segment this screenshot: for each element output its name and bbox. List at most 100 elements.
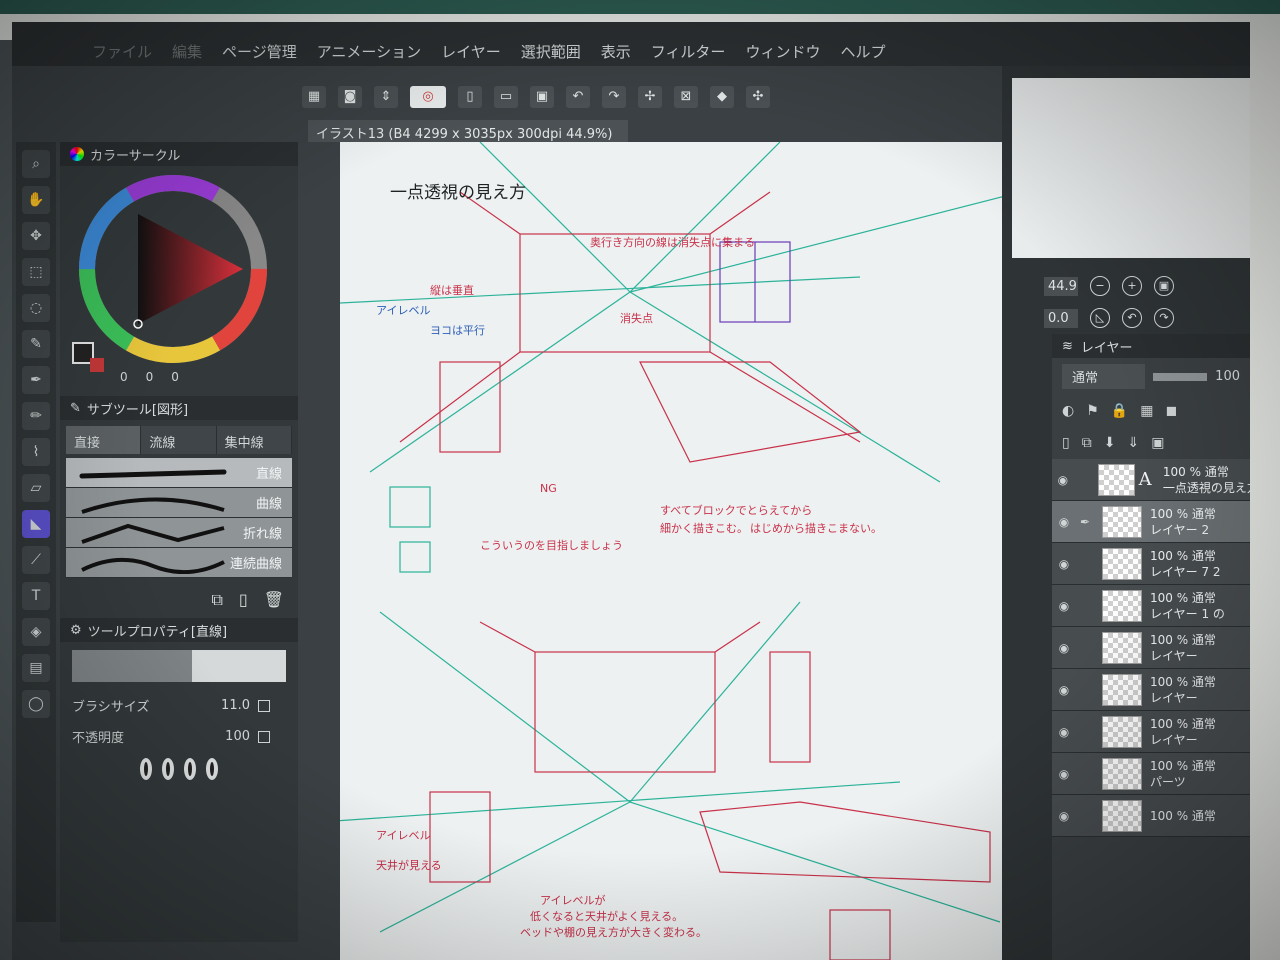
- antialias-strong-icon[interactable]: [206, 758, 218, 780]
- color-wheel[interactable]: [78, 174, 268, 364]
- blend-mode-select[interactable]: 通常: [1062, 364, 1146, 389]
- zoom-tool-icon[interactable]: ⌕: [22, 150, 50, 178]
- rotate-right-icon[interactable]: ↷: [1154, 308, 1174, 328]
- zoom-out-icon[interactable]: −: [1090, 276, 1110, 296]
- layer-row[interactable]: ◉ 100 % 通常 レイヤー 1 の: [1052, 585, 1250, 627]
- layer-row[interactable]: ◉ 100 % 通常 レイヤー: [1052, 669, 1250, 711]
- tab-direct[interactable]: 直接: [66, 426, 142, 454]
- layer-row[interactable]: ◉ 100 % 通常: [1052, 795, 1250, 837]
- brush-preview-slider[interactable]: [72, 650, 286, 682]
- trash-icon[interactable]: 🗑: [264, 590, 284, 610]
- eraser-tool-icon[interactable]: ▱: [22, 474, 50, 502]
- brush-item-polyline[interactable]: 折れ線: [66, 518, 292, 548]
- eye-icon[interactable]: ◉: [1052, 473, 1074, 487]
- navigator-preview[interactable]: [1012, 78, 1250, 258]
- menu-filter[interactable]: フィルター: [641, 41, 736, 62]
- menu-window[interactable]: ウィンドウ: [735, 41, 830, 62]
- brush-tool-icon[interactable]: ⌇: [22, 438, 50, 466]
- layer-row[interactable]: ◉ 100 % 通常 パーツ: [1052, 753, 1250, 795]
- app-logo-icon[interactable]: ◎: [410, 86, 446, 108]
- fill-icon[interactable]: ◆: [710, 86, 734, 108]
- spin-arrows-icon[interactable]: ⇕: [374, 86, 398, 108]
- eye-icon[interactable]: ◉: [1052, 767, 1076, 781]
- antialias-medium-icon[interactable]: [184, 758, 196, 780]
- menu-edit[interactable]: 編集: [162, 41, 212, 62]
- fill-tool-icon[interactable]: ◈: [22, 618, 50, 646]
- opacity-value[interactable]: 100: [190, 729, 250, 744]
- antialias-weak-icon[interactable]: [162, 758, 174, 780]
- eye-icon[interactable]: ◉: [1052, 515, 1076, 529]
- eye-icon[interactable]: ◉: [1052, 683, 1076, 697]
- canvas-tab[interactable]: イラスト13 (B4 4299 x 3035px 300dpi 44.9%): [308, 120, 628, 142]
- layer-mask-icon[interactable]: ▣: [1151, 435, 1164, 451]
- layer-row[interactable]: ◉ 100 % 通常 レイヤー 7 2: [1052, 543, 1250, 585]
- zoom-value[interactable]: 44.9: [1044, 276, 1078, 296]
- undo-icon[interactable]: ↶: [566, 86, 590, 108]
- eye-icon[interactable]: ◉: [1052, 725, 1076, 739]
- figure-tool-icon[interactable]: ◣: [22, 510, 50, 538]
- layer-row[interactable]: ◉ A 100 % 通常 一点透視の見え方: [1052, 459, 1250, 501]
- menu-view[interactable]: 表示: [591, 41, 641, 62]
- layer-opacity-value[interactable]: 100: [1215, 369, 1240, 384]
- menu-help[interactable]: ヘルプ: [830, 41, 895, 62]
- new-layer-icon[interactable]: ▯: [1062, 435, 1070, 451]
- brush-item-continuous-curve[interactable]: 連続曲線: [66, 548, 292, 578]
- flip-icon[interactable]: ◺: [1090, 308, 1110, 328]
- menu-layer[interactable]: レイヤー: [431, 41, 511, 62]
- lock-transparency-icon[interactable]: ▦: [1140, 403, 1153, 419]
- brush-item-straight-line[interactable]: 直線: [66, 458, 292, 488]
- brush-item-curve[interactable]: 曲線: [66, 488, 292, 518]
- ruler-tool-icon[interactable]: ⟋: [22, 546, 50, 574]
- layer-row[interactable]: ◉ ✒ 100 % 通常 レイヤー 2: [1052, 501, 1250, 543]
- copy-subtool-icon[interactable]: ⧉: [211, 590, 222, 610]
- brush-size-value[interactable]: 11.0: [190, 698, 250, 713]
- zoom-in-icon[interactable]: +: [1122, 276, 1142, 296]
- pen-tool-icon[interactable]: ✒: [22, 366, 50, 394]
- layer-opacity-slider[interactable]: [1153, 372, 1208, 381]
- rotation-value[interactable]: 0.0: [1044, 308, 1078, 328]
- eye-icon[interactable]: ◉: [1052, 809, 1076, 823]
- new-file-icon[interactable]: ▯: [458, 86, 482, 108]
- gradient-tool-icon[interactable]: ▤: [22, 654, 50, 682]
- brush-size-checkbox[interactable]: [258, 699, 270, 712]
- clear-icon[interactable]: ⊠: [674, 86, 698, 108]
- ruler-snap-icon[interactable]: ✢: [638, 86, 662, 108]
- transfer-icon[interactable]: ⇓: [1127, 435, 1139, 451]
- antialias-none-icon[interactable]: [140, 758, 152, 780]
- layer-row[interactable]: ◉ 100 % 通常 レイヤー: [1052, 627, 1250, 669]
- balloon-tool-icon[interactable]: ◯: [22, 690, 50, 718]
- clip-icon[interactable]: ◐: [1062, 403, 1074, 419]
- lasso-tool-icon[interactable]: ◌: [22, 294, 50, 322]
- menu-page-management[interactable]: ページ管理: [212, 41, 307, 62]
- menu-file[interactable]: ファイル: [82, 41, 162, 62]
- sub-color-swatch[interactable]: [90, 358, 104, 372]
- tab-flow-line[interactable]: 流線: [141, 426, 217, 454]
- reference-icon[interactable]: ⚑: [1086, 403, 1099, 419]
- move-tool-icon[interactable]: ✥: [22, 222, 50, 250]
- text-tool-icon[interactable]: T: [22, 582, 50, 610]
- rotate-left-icon[interactable]: ↶: [1122, 308, 1142, 328]
- eye-icon[interactable]: ◉: [1052, 557, 1076, 571]
- grid-icon[interactable]: ▦: [302, 86, 326, 108]
- layer-row[interactable]: ◉ 100 % 通常 レイヤー: [1052, 711, 1250, 753]
- eye-icon[interactable]: ◉: [1052, 641, 1076, 655]
- fit-view-icon[interactable]: ▣: [1154, 276, 1174, 296]
- new-vector-layer-icon[interactable]: ⧉: [1082, 435, 1092, 451]
- mask-icon[interactable]: ◼: [1165, 403, 1177, 419]
- select-tool-icon[interactable]: ⬚: [22, 258, 50, 286]
- open-folder-icon[interactable]: ▭: [494, 86, 518, 108]
- transform-icon[interactable]: ✣: [746, 86, 770, 108]
- opacity-checkbox[interactable]: [258, 730, 270, 743]
- menu-animation[interactable]: アニメーション: [307, 41, 431, 62]
- menu-selection[interactable]: 選択範囲: [511, 41, 591, 62]
- lock-icon[interactable]: 🔒: [1111, 403, 1128, 419]
- merge-down-icon[interactable]: ⬇: [1104, 435, 1116, 451]
- new-subtool-icon[interactable]: ▯: [239, 590, 248, 610]
- camera-icon[interactable]: ◙: [338, 86, 362, 108]
- redo-icon[interactable]: ↷: [602, 86, 626, 108]
- save-icon[interactable]: ▣: [530, 86, 554, 108]
- tab-focus-line[interactable]: 集中線: [216, 426, 292, 454]
- eye-icon[interactable]: ◉: [1052, 599, 1076, 613]
- hand-tool-icon[interactable]: ✋: [22, 186, 50, 214]
- eyedropper-tool-icon[interactable]: ✎: [22, 330, 50, 358]
